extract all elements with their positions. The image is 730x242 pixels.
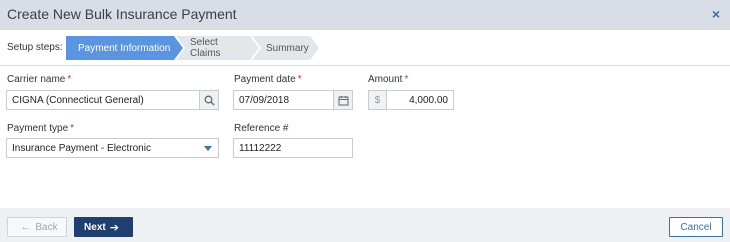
- currency-prefix: $: [369, 91, 387, 109]
- chevron-down-icon: [204, 146, 212, 151]
- required-mark: *: [70, 123, 75, 134]
- dialog-header: Create New Bulk Insurance Payment ×: [0, 0, 730, 30]
- amount-value: 4,000.00: [409, 94, 448, 106]
- reference-value: 11112222: [239, 142, 282, 154]
- divider: [0, 65, 730, 66]
- payment-date-field[interactable]: 07/09/2018: [233, 90, 353, 110]
- search-icon[interactable]: [199, 91, 218, 109]
- payment-date-label: Payment date *: [234, 74, 302, 85]
- required-mark: *: [297, 74, 302, 85]
- next-label: Next: [84, 221, 106, 233]
- calendar-icon[interactable]: [333, 91, 352, 109]
- payment-date-value: 07/09/2018: [239, 94, 290, 106]
- payment-type-label: Payment type *: [7, 123, 75, 134]
- amount-label: Amount *: [368, 74, 409, 85]
- step-label: Select Claims: [190, 37, 221, 59]
- carrier-name-field[interactable]: CIGNA (Connecticut General): [6, 90, 219, 110]
- payment-type-value: Insurance Payment - Electronic: [12, 142, 151, 154]
- arrow-left-icon: ←: [20, 221, 32, 233]
- required-mark: *: [67, 74, 72, 85]
- reference-label: Reference #: [234, 123, 289, 134]
- step-select-claims[interactable]: Select Claims: [176, 36, 261, 60]
- required-mark: *: [404, 74, 409, 85]
- next-button[interactable]: Next ➔: [74, 217, 133, 237]
- steps-label: Setup steps:: [7, 42, 63, 53]
- arrow-right-icon: ➔: [109, 221, 119, 234]
- carrier-name-label: Carrier name *: [7, 74, 72, 85]
- carrier-name-value: CIGNA (Connecticut General): [12, 94, 144, 106]
- dialog-title: Create New Bulk Insurance Payment: [7, 6, 237, 22]
- step-label: Summary: [266, 42, 309, 54]
- close-icon[interactable]: ×: [709, 7, 723, 21]
- back-button[interactable]: ← Back: [7, 217, 67, 237]
- amount-field[interactable]: $ 4,000.00: [368, 90, 454, 110]
- step-payment-information[interactable]: Payment Information: [66, 36, 185, 60]
- payment-type-select[interactable]: Insurance Payment - Electronic: [6, 138, 219, 158]
- step-label: Payment Information: [78, 42, 171, 54]
- reference-field[interactable]: 11112222: [233, 138, 353, 158]
- setup-steps: Setup steps: Payment Information Select …: [0, 36, 730, 60]
- back-label: Back: [35, 221, 58, 233]
- cancel-button[interactable]: Cancel: [669, 217, 723, 237]
